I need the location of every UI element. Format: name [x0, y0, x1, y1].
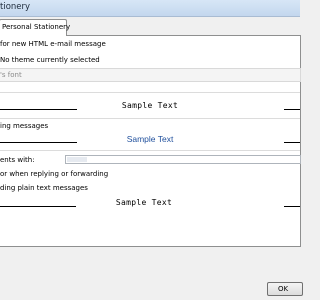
- font-placeholder-row: [0, 68, 301, 82]
- plain-sample-bar: Sample Text: [0, 198, 300, 208]
- replying-sample-bar: Sample Text: [0, 134, 300, 144]
- font-placeholder: 's font: [0, 71, 22, 79]
- window-title: tionery: [0, 2, 31, 12]
- new-mail-sample-text: Sample Text: [121, 101, 179, 110]
- theme-heading: for new HTML e-mail message: [0, 40, 106, 48]
- plain-heading: ding plain text messages: [0, 184, 88, 192]
- title-bar: tionery: [0, 0, 300, 17]
- tab-label: Personal Stationery: [2, 23, 71, 31]
- stationery-dialog: tionery Personal Stationery for new HTML…: [0, 0, 303, 300]
- theme-status: No theme currently selected: [0, 56, 100, 64]
- replying-sample-text: Sample Text: [126, 134, 174, 144]
- forward-option-label[interactable]: or when replying or forwarding: [0, 170, 108, 178]
- compose-color-field[interactable]: [65, 155, 301, 164]
- divider: [0, 150, 300, 151]
- replying-heading: ing messages: [0, 122, 49, 130]
- color-swatch: [67, 157, 87, 162]
- tab-personal-stationery[interactable]: Personal Stationery: [0, 19, 71, 36]
- divider: [0, 92, 300, 93]
- new-mail-sample-bar: Sample Text: [0, 101, 300, 111]
- compose-label: ents with:: [0, 156, 35, 164]
- dialog-footer: [0, 248, 300, 300]
- ok-label: OK: [277, 285, 289, 293]
- plain-sample-text: Sample Text: [115, 198, 173, 207]
- divider: [0, 118, 300, 119]
- ok-button[interactable]: OK: [267, 282, 303, 296]
